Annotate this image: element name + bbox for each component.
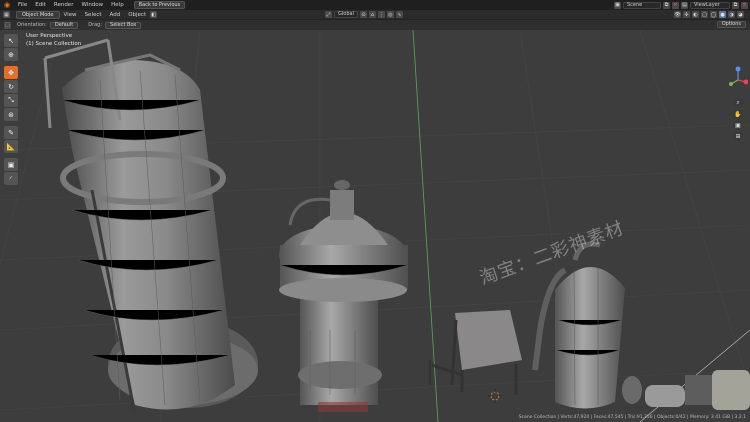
y-axis-line [412,30,439,422]
orientation-dropdown[interactable]: Global [334,11,358,18]
editor-type-icon[interactable]: ▦ [3,11,10,18]
top-menu-bar: ◉ File Edit Render Window Help Back to P… [0,0,750,10]
new-view-layer-icon[interactable]: ⧉ [732,1,739,9]
view-name: User Perspective [26,33,73,39]
menu-file[interactable]: File [14,0,31,10]
drag-label: Drag: [88,22,103,28]
object-extras-icon[interactable]: ◧ [150,11,158,18]
tool-settings-bar: ⬚ Orientation: Default Drag: Select Box … [0,20,750,30]
cursor-3d-icon[interactable]: ⊕ [4,48,18,61]
menu-object[interactable]: Object [124,12,150,18]
wireframe-shading-icon[interactable]: ◯ [710,11,717,18]
snap-target-icon[interactable]: ⋮ [377,11,385,18]
blender-logo-icon[interactable]: ◉ [0,0,14,10]
gizmo-toggle-icon[interactable]: ✣ [683,11,690,18]
snap-icon[interactable]: ⌂ [368,11,376,18]
orientation-label: Orientation: [17,22,47,28]
collection-name: (1) Scene Collection [26,41,82,47]
move-icon[interactable]: ✥ [4,66,18,79]
select-cursor-icon[interactable]: ↖ [4,34,18,47]
xray-icon[interactable]: ▢ [701,11,708,18]
material-shading-icon[interactable]: ◑ [728,11,735,18]
menu-render[interactable]: Render [50,0,78,10]
delete-scene-icon[interactable]: ✕ [672,1,679,9]
options-dropdown[interactable]: Options [716,21,746,28]
view-layer-field[interactable]: ViewLayer [690,1,730,9]
zoom-icon[interactable]: ⌕ [733,98,743,108]
viewport-scene [0,30,750,422]
falloff-icon[interactable]: ∿ [395,11,403,18]
axis-gizmo-icon[interactable] [728,66,748,96]
left-toolbar: ↖ ⊕ ✥ ↻ ⤡ ⊛ ✎ 📐 ▣ ◜ [4,34,18,185]
rendered-shading-icon[interactable]: ◕ [737,11,744,18]
visibility-icon[interactable]: 👁 [674,11,681,18]
menu-edit[interactable]: Edit [31,0,50,10]
view-layer-icon[interactable]: ▤ [681,1,688,9]
scene-icon[interactable]: ▣ [614,1,621,9]
3d-viewport[interactable]: ⌕ ✋ ▣ ⊞ 淘宝：二彩神素材 [0,30,750,422]
object-mode-dropdown[interactable]: Object Mode [16,10,60,19]
back-to-previous-button[interactable]: Back to Previous [133,1,186,9]
menu-help[interactable]: Help [107,0,128,10]
menu-window[interactable]: Window [77,0,107,10]
orientation-select[interactable]: Default [49,21,79,29]
overlay-icon[interactable]: ◐ [692,11,699,18]
navigation-gizmo[interactable]: ⌕ ✋ ▣ ⊞ [728,66,748,141]
shading-controls: 👁 ✣ ◐ ▢ ◯ ● ◑ ◕ [674,11,746,18]
viewport-header: ▦ Object Mode View Select Add Object ◧ ⤢… [0,10,750,20]
extra-tool-icon[interactable]: ◜ [4,172,18,185]
new-scene-icon[interactable]: ⧉ [663,1,670,9]
3d-cursor-icon [488,389,502,403]
scale-icon[interactable]: ⤡ [4,94,18,107]
menu-view[interactable]: View [60,12,81,18]
platform-model[interactable] [429,310,522,395]
camera-view-icon[interactable]: ▣ [733,120,743,130]
right-tank-model[interactable] [532,241,625,409]
menu-select[interactable]: Select [81,12,106,18]
proportional-edit-icon[interactable]: ◎ [386,11,394,18]
pan-icon[interactable]: ✋ [733,109,743,119]
measure-icon[interactable]: 📐 [4,140,18,153]
delete-view-layer-icon[interactable]: ✕ [741,1,748,9]
orientation-icon[interactable]: ⤢ [325,11,332,18]
rotate-icon[interactable]: ↻ [4,80,18,93]
transform-icon[interactable]: ⊛ [4,108,18,121]
transform-controls: ⤢ Global ⊙ ⌂ ⋮ ◎ ∿ [325,11,405,18]
add-cube-icon[interactable]: ▣ [4,158,18,171]
pivot-icon[interactable]: ⊙ [359,11,367,18]
solid-shading-icon[interactable]: ● [719,11,726,18]
middle-tower-model[interactable] [279,180,409,412]
scene-controls: ▣ Scene ⧉ ✕ ▤ ViewLayer ⧉ ✕ [614,0,750,10]
scene-field[interactable]: Scene [623,1,661,9]
menu-add[interactable]: Add [106,12,125,18]
large-tank-model[interactable] [43,38,258,416]
drag-select[interactable]: Select Box [105,21,142,29]
perspective-toggle-icon[interactable]: ⊞ [733,131,743,141]
annotate-icon[interactable]: ✎ [4,126,18,139]
active-tool-icon[interactable]: ⬚ [4,21,11,29]
status-bar: Scene Collection | Verts:47,920 | Faces:… [518,415,746,420]
